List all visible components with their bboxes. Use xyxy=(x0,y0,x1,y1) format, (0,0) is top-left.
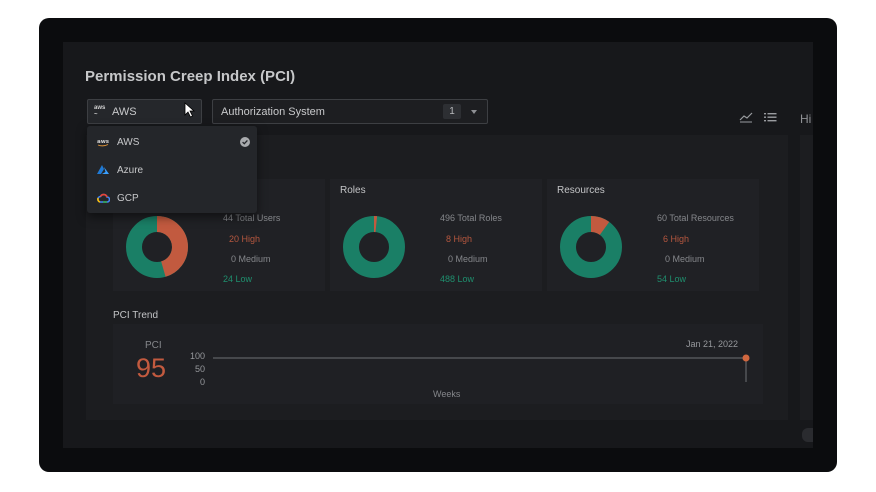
list-view-icon[interactable] xyxy=(763,111,777,123)
roles-card[interactable]: Roles 496 Total Roles 8 High 0 Medium 48… xyxy=(330,179,542,291)
pci-label: PCI xyxy=(145,340,162,351)
view-toggle xyxy=(739,111,777,123)
dropdown-item-azure[interactable]: Azure xyxy=(97,162,143,178)
resources-donut-chart xyxy=(560,216,622,278)
pci-trend-title: PCI Trend xyxy=(113,310,159,321)
aws-logo-icon: aws xyxy=(97,138,111,147)
line-chart-icon[interactable] xyxy=(739,111,753,123)
resources-card[interactable]: Resources 60 Total Resources 6 High 0 Me… xyxy=(547,179,759,291)
y-tick-label: 0 xyxy=(199,377,205,387)
authorization-system-label: Authorization System xyxy=(221,105,325,118)
chevron-down-icon xyxy=(471,110,477,114)
total-roles: 496 Total Roles xyxy=(440,213,502,223)
donut-low-segment xyxy=(560,216,622,278)
high-count: 8 High xyxy=(446,234,473,244)
low-count: 488 Low xyxy=(440,274,475,284)
selected-count-badge: 1 xyxy=(443,104,461,119)
high-count: 20 High xyxy=(229,234,261,244)
aws-logo-icon: aws ~ xyxy=(94,104,106,118)
dropdown-item-aws[interactable]: aws AWS xyxy=(97,134,139,150)
y-tick-label: 100 xyxy=(189,351,205,361)
authorization-system-select[interactable]: Authorization System 1 xyxy=(212,99,488,124)
azure-logo-icon xyxy=(97,165,111,175)
pci-dashboard: Permission Creep Index (PCI) aws ~ AWS Au… xyxy=(63,42,813,448)
history-tab-partial[interactable]: Hi xyxy=(800,112,811,126)
roles-donut-chart xyxy=(343,216,405,278)
medium-count: 0 Medium xyxy=(448,254,488,264)
card-title: Resources xyxy=(557,185,605,196)
low-count: 54 Low xyxy=(657,274,687,284)
trend-point xyxy=(742,354,750,362)
gcp-logo-icon xyxy=(97,193,111,203)
cloud-dropdown-menu: aws AWS Azure GCP xyxy=(87,126,257,213)
dropdown-item-label: AWS xyxy=(117,136,140,148)
medium-count: 0 Medium xyxy=(665,254,705,264)
users-donut-chart xyxy=(126,216,188,278)
side-panel-edge xyxy=(800,135,813,420)
svg-text:aws: aws xyxy=(97,139,110,145)
dropdown-item-label: Azure xyxy=(117,164,144,176)
cloud-select-value: AWS xyxy=(112,105,137,118)
medium-count: 0 Medium xyxy=(231,254,271,264)
high-count: 6 High xyxy=(663,234,690,244)
low-count: 24 Low xyxy=(223,274,253,284)
check-circle-icon xyxy=(240,137,250,147)
card-title: Roles xyxy=(340,185,366,196)
pci-score: 95 xyxy=(136,353,167,383)
page-title: Permission Creep Index (PCI) xyxy=(85,68,296,85)
scrollbar-handle[interactable] xyxy=(802,428,813,442)
x-axis-label: Weeks xyxy=(433,389,461,399)
dropdown-item-label: GCP xyxy=(117,192,139,204)
total-users: 44 Total Users xyxy=(223,213,281,223)
mouse-cursor-icon xyxy=(184,102,196,118)
total-resources: 60 Total Resources xyxy=(657,213,734,223)
dropdown-item-gcp[interactable]: GCP xyxy=(97,190,139,206)
y-tick-label: 50 xyxy=(194,364,205,374)
trend-line-plot xyxy=(213,354,750,382)
